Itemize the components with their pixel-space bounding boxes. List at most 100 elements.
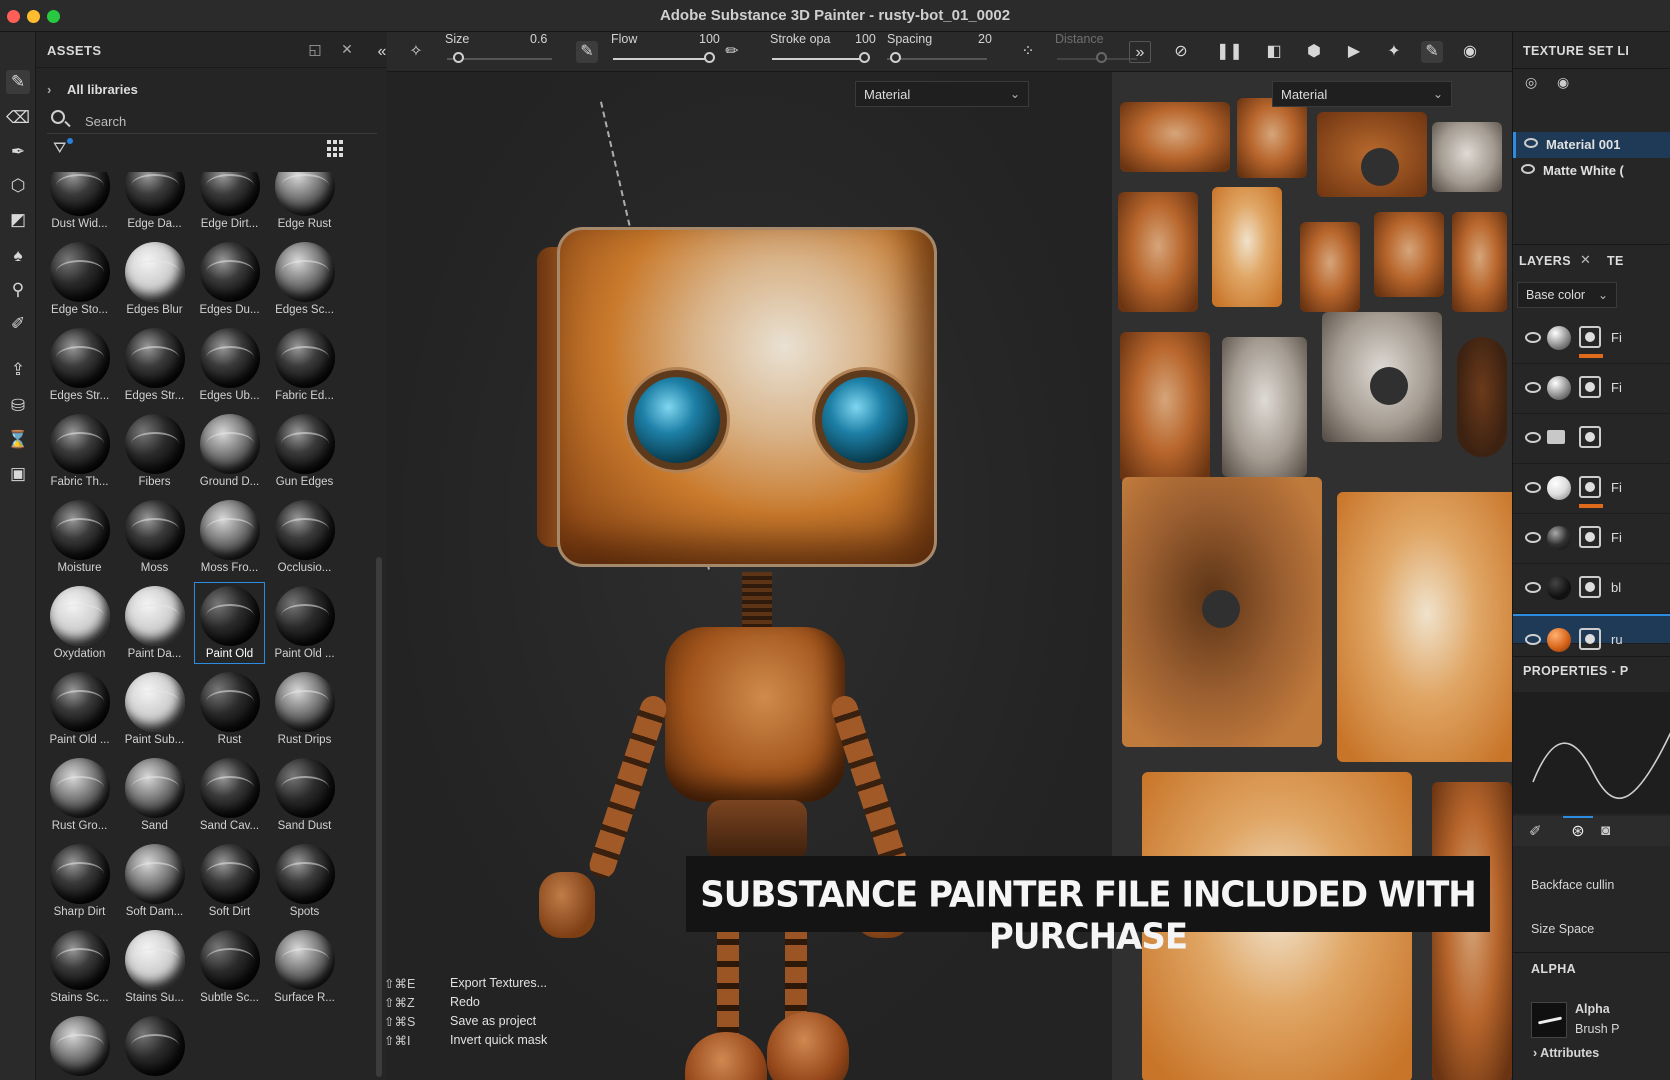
- eye-icon[interactable]: [1524, 138, 1538, 148]
- asset-thumbnail[interactable]: Paint Old: [192, 580, 267, 666]
- layers-title[interactable]: LAYERS: [1519, 254, 1571, 268]
- asset-thumbnail[interactable]: Subtle Sc...: [192, 924, 267, 1010]
- layer-row[interactable]: ru: [1513, 614, 1670, 652]
- material-tab-icon[interactable]: ⊛: [1563, 816, 1593, 846]
- flow-slider-knob[interactable]: [704, 52, 715, 63]
- library-selector[interactable]: › All libraries: [47, 82, 138, 97]
- export-icon[interactable]: ⇪: [6, 358, 30, 382]
- asset-thumbnail[interactable]: Edge Rust: [267, 172, 342, 236]
- paint-brush-icon[interactable]: ✎: [6, 70, 30, 94]
- asset-thumbnail[interactable]: Moss Fro...: [192, 494, 267, 580]
- asset-thumbnail[interactable]: Edge Da...: [117, 172, 192, 236]
- screenshot-icon[interactable]: ◉: [1459, 41, 1481, 63]
- asset-thumbnail[interactable]: Edges Blur: [117, 236, 192, 322]
- asset-thumbnail[interactable]: Fibers: [117, 408, 192, 494]
- mask-icon[interactable]: [1579, 426, 1601, 448]
- asset-thumbnail[interactable]: Paint Old ...: [42, 666, 117, 752]
- asset-thumbnail[interactable]: Gun Edges: [267, 408, 342, 494]
- paint-mode-icon[interactable]: ✎: [1421, 41, 1443, 63]
- flow-value[interactable]: 100: [699, 32, 720, 46]
- mask-icon[interactable]: [1579, 628, 1601, 650]
- eye-icon[interactable]: [1525, 432, 1541, 443]
- mask-tab-icon[interactable]: ◙: [1601, 822, 1610, 839]
- asset-thumbnail[interactable]: Paint Old ...: [267, 580, 342, 666]
- mirror-icon[interactable]: ◧: [1263, 41, 1285, 63]
- distance-slider-knob[interactable]: [1096, 52, 1107, 63]
- hide-icon[interactable]: ⊘: [1170, 41, 1192, 63]
- polygon-fill-icon[interactable]: ◩: [6, 208, 30, 232]
- asset-thumbnail[interactable]: Rust Gro...: [42, 752, 117, 838]
- spacing-slider-knob[interactable]: [890, 52, 901, 63]
- asset-thumbnail[interactable]: Paint Sub...: [117, 666, 192, 752]
- symmetry-icon[interactable]: ✧: [405, 41, 427, 63]
- asset-thumbnail[interactable]: Oxydation: [42, 580, 117, 666]
- eraser-icon[interactable]: ⌫: [6, 106, 30, 130]
- asset-thumbnail[interactable]: Sand Dust: [267, 752, 342, 838]
- asset-thumbnail[interactable]: Paint Da...: [117, 580, 192, 666]
- expand-toolbar-icon[interactable]: »: [1129, 41, 1151, 63]
- stroke-pressure-icon[interactable]: ✏: [721, 41, 743, 63]
- asset-thumbnail[interactable]: Soft Dam...: [117, 838, 192, 924]
- asset-thumbnail[interactable]: Rust Drips: [267, 666, 342, 752]
- mask-icon[interactable]: [1579, 576, 1601, 598]
- asset-thumbnail[interactable]: Edges Du...: [192, 236, 267, 322]
- mask-icon[interactable]: [1579, 326, 1601, 348]
- iray-render-icon[interactable]: ✦: [1383, 41, 1405, 63]
- visibility-icon[interactable]: ◉: [1557, 74, 1569, 91]
- stroke-slider-knob[interactable]: [859, 52, 870, 63]
- eye-icon[interactable]: [1525, 532, 1541, 543]
- eye-icon[interactable]: [1525, 634, 1541, 645]
- asset-thumbnail[interactable]: Spots: [267, 838, 342, 924]
- asset-thumbnail[interactable]: Ground D...: [192, 408, 267, 494]
- close-icon[interactable]: ✕: [339, 41, 355, 57]
- shelf-icon[interactable]: ⛁: [6, 394, 30, 418]
- asset-thumbnail[interactable]: Fabric Ed...: [267, 322, 342, 408]
- layer-row[interactable]: Fi: [1513, 314, 1670, 364]
- layer-row[interactable]: [1513, 414, 1670, 464]
- size-slider-knob[interactable]: [453, 52, 464, 63]
- eye-icon[interactable]: [1521, 164, 1535, 174]
- eye-icon[interactable]: ◎: [1525, 74, 1537, 91]
- camera-icon[interactable]: ▶: [1343, 41, 1365, 63]
- flow-slider-track[interactable]: [613, 58, 709, 60]
- projection-icon[interactable]: ✒: [6, 140, 30, 164]
- viewport-2d-mode-select[interactable]: Material ⌄: [1272, 81, 1452, 107]
- collapse-left-icon[interactable]: «: [371, 41, 393, 63]
- asset-thumbnail[interactable]: Edge Dirt...: [192, 172, 267, 236]
- channel-select[interactable]: Base color ⌄: [1517, 282, 1617, 308]
- asset-thumbnail[interactable]: Soft Dirt: [192, 838, 267, 924]
- alpha-thumbnail[interactable]: [1531, 1002, 1567, 1038]
- grid-view-icon[interactable]: [327, 140, 345, 158]
- asset-thumbnail[interactable]: Stains Sc...: [42, 924, 117, 1010]
- color-picker-icon[interactable]: ✐: [6, 312, 30, 336]
- assets-scrollbar[interactable]: [375, 172, 383, 1080]
- asset-thumbnail[interactable]: Sharp Dirt: [42, 838, 117, 924]
- asset-thumbnail[interactable]: Fabric Th...: [42, 408, 117, 494]
- asset-thumbnail[interactable]: Rust: [192, 666, 267, 752]
- tab-texture-set[interactable]: TE: [1607, 254, 1624, 268]
- history-icon[interactable]: ⌛: [6, 428, 30, 452]
- asset-thumbnail[interactable]: Edges Sc...: [267, 236, 342, 322]
- pressure-curve[interactable]: [1513, 692, 1670, 814]
- assets-scroll-thumb[interactable]: [376, 557, 382, 1077]
- stroke-slider-track[interactable]: [772, 58, 864, 60]
- size-value[interactable]: 0.6: [530, 32, 547, 46]
- asset-thumbnail[interactable]: Edge Sto...: [42, 236, 117, 322]
- asset-thumbnail[interactable]: Moisture: [42, 494, 117, 580]
- mask-icon[interactable]: [1579, 476, 1601, 498]
- mask-icon[interactable]: [1579, 376, 1601, 398]
- eye-icon[interactable]: [1525, 382, 1541, 393]
- geometry-mask-icon[interactable]: ⬡: [6, 174, 30, 198]
- asset-thumbnail[interactable]: Edges Str...: [117, 322, 192, 408]
- display-settings-icon[interactable]: ▣: [6, 462, 30, 486]
- attributes-toggle[interactable]: › Attributes: [1533, 1046, 1599, 1060]
- pause-icon[interactable]: ❚❚: [1216, 41, 1243, 63]
- layer-row[interactable]: Fi: [1513, 364, 1670, 414]
- stroke-opacity-value[interactable]: 100: [855, 32, 876, 46]
- layer-row[interactable]: Fi: [1513, 464, 1670, 514]
- asset-thumbnail[interactable]: Surface R...: [267, 924, 342, 1010]
- texture-set-item[interactable]: Matte White (: [1513, 158, 1670, 184]
- asset-thumbnail[interactable]: Edges Ub...: [192, 322, 267, 408]
- cube-view-icon[interactable]: ⬢: [1303, 41, 1325, 63]
- eye-icon[interactable]: [1525, 332, 1541, 343]
